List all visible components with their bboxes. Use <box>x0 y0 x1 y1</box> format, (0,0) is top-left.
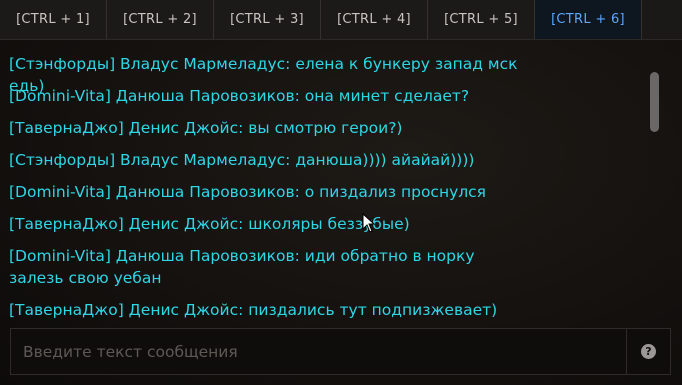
tab-ctrl-2[interactable]: [CTRL + 2] <box>107 0 214 39</box>
chat-message: [Domini-Vita] Данюша Паровозиков: о пизд… <box>9 183 487 201</box>
chat-message: [Domini-Vita] Данюша Паровозиков: иди об… <box>9 247 475 287</box>
chat-message: [Domini-Vita] Данюша Паровозиков: она ми… <box>9 87 470 105</box>
mouse-cursor-icon <box>362 213 376 233</box>
tab-ctrl-5[interactable]: [CTRL + 5] <box>428 0 535 39</box>
tab-bar-filler <box>642 0 682 39</box>
tab-ctrl-6[interactable]: [CTRL + 6] <box>535 0 642 39</box>
chat-message: [Стэнфорды] Владус Мармеладус: данюша)))… <box>9 151 475 169</box>
chat-message: [ТавернаДжо] Денис Джойс: вы смотрю геро… <box>9 119 403 137</box>
chat-message-list[interactable]: [Стэнфорды] Владус Мармеладус: елена к б… <box>0 40 640 325</box>
tab-ctrl-4[interactable]: [CTRL + 4] <box>321 0 428 39</box>
message-input[interactable] <box>11 329 626 374</box>
game-chat-window: [CTRL + 1] [CTRL + 2] [CTRL + 3] [CTRL +… <box>0 0 682 385</box>
tab-ctrl-1[interactable]: [CTRL + 1] <box>0 0 107 39</box>
chat-tab-bar: [CTRL + 1] [CTRL + 2] [CTRL + 3] [CTRL +… <box>0 0 682 40</box>
tab-ctrl-3[interactable]: [CTRL + 3] <box>214 0 321 39</box>
chat-scrollbar-thumb[interactable] <box>650 72 659 132</box>
help-button[interactable]: ? <box>626 329 670 374</box>
chat-message: [ТавернаДжо] Денис Джойс: школяры беззуб… <box>9 215 410 233</box>
message-input-bar: ? <box>10 328 671 375</box>
chat-message: [ТавернаДжо] Денис Джойс: пиздались тут … <box>9 301 498 319</box>
question-circle-icon: ? <box>641 344 656 359</box>
